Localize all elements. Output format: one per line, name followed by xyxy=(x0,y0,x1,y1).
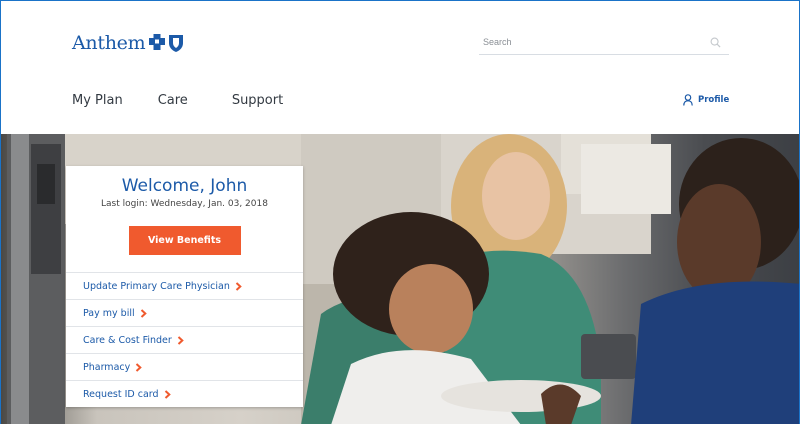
search-input[interactable] xyxy=(479,31,699,53)
quick-link-pharmacy[interactable]: Pharmacy xyxy=(66,353,303,380)
site-header: Anthem My Plan Care Support xyxy=(1,1,799,134)
quick-link-label: Care & Cost Finder xyxy=(83,334,172,346)
chevron-right-icon xyxy=(140,308,147,318)
quick-links: Update Primary Care Physician Pay my bil… xyxy=(66,272,303,407)
search-icon[interactable] xyxy=(710,37,721,48)
profile-link[interactable]: Profile xyxy=(683,94,729,106)
chevron-right-icon xyxy=(177,335,184,345)
quick-link-request-id-card[interactable]: Request ID card xyxy=(66,380,303,407)
logo-text: Anthem xyxy=(72,32,146,54)
quick-link-update-pcp[interactable]: Update Primary Care Physician xyxy=(66,272,303,299)
nav-my-plan[interactable]: My Plan xyxy=(72,93,123,108)
nav-care[interactable]: Care xyxy=(158,93,188,108)
quick-link-label: Pay my bill xyxy=(83,307,135,319)
welcome-card: Welcome, John Last login: Wednesday, Jan… xyxy=(66,166,303,407)
anthem-cross-shield-logo-icon xyxy=(149,34,184,52)
quick-link-pay-bill[interactable]: Pay my bill xyxy=(66,299,303,326)
quick-link-label: Update Primary Care Physician xyxy=(83,280,230,292)
main-nav: My Plan Care Support xyxy=(72,93,283,108)
search-bar xyxy=(479,31,729,55)
chevron-right-icon xyxy=(164,389,171,399)
quick-link-label: Request ID card xyxy=(83,388,159,400)
view-benefits-button[interactable]: View Benefits xyxy=(128,226,241,255)
chevron-right-icon xyxy=(135,362,143,372)
quick-link-care-cost-finder[interactable]: Care & Cost Finder xyxy=(66,326,303,353)
page-frame: Anthem My Plan Care Support xyxy=(0,0,800,424)
anthem-logo[interactable]: Anthem xyxy=(72,32,186,54)
last-login-text: Last login: Wednesday, Jan. 03, 2018 xyxy=(101,199,268,209)
quick-link-label: Pharmacy xyxy=(83,361,131,373)
chevron-right-icon xyxy=(235,281,242,291)
profile-label: Profile xyxy=(698,95,730,105)
welcome-header: Welcome, John Last login: Wednesday, Jan… xyxy=(66,166,303,272)
user-icon xyxy=(683,94,693,106)
nav-support[interactable]: Support xyxy=(232,93,283,108)
welcome-greeting: Welcome, John xyxy=(121,176,248,196)
